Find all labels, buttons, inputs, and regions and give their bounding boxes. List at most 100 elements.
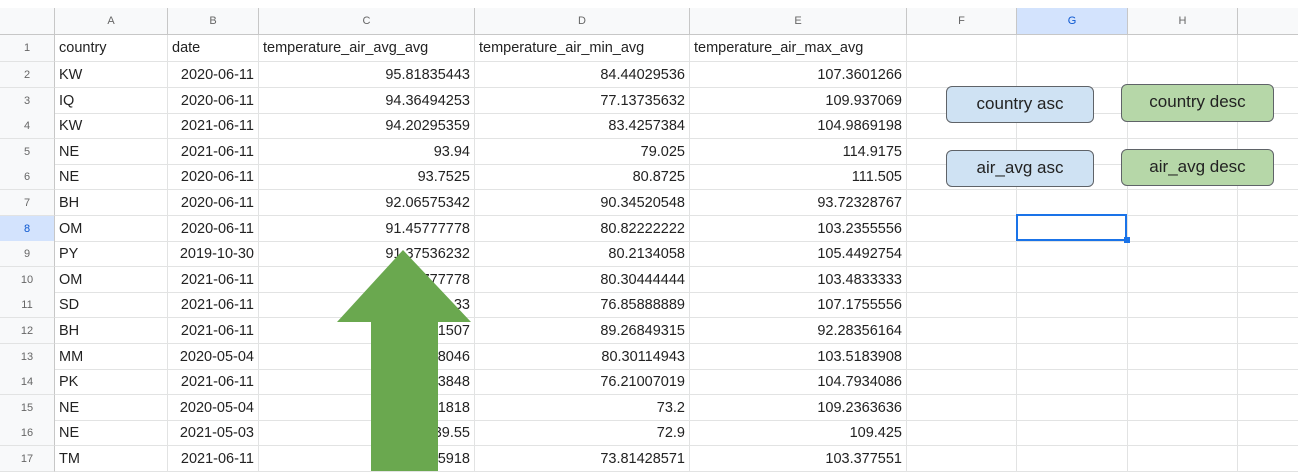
- header-cell-air-avg[interactable]: temperature_air_avg_avg: [259, 35, 475, 62]
- row-number[interactable]: 16: [0, 420, 55, 447]
- row-number[interactable]: 17: [0, 446, 55, 472]
- column-header-b[interactable]: B: [168, 8, 259, 35]
- table-cell-b[interactable]: 2020-06-11: [168, 215, 259, 242]
- table-cell-a[interactable]: TM: [55, 446, 168, 472]
- table-cell-e[interactable]: 114.9175: [690, 138, 907, 165]
- cell-extra[interactable]: [1238, 318, 1298, 344]
- cell-h[interactable]: [1128, 35, 1238, 62]
- cell-h[interactable]: [1128, 446, 1238, 472]
- table-cell-d[interactable]: 79.025: [475, 138, 690, 165]
- cell-f[interactable]: [907, 292, 1017, 319]
- cell-extra[interactable]: [1238, 241, 1298, 268]
- column-header-d[interactable]: D: [475, 8, 690, 35]
- table-cell-d[interactable]: 80.2134058: [475, 241, 690, 268]
- table-cell-a[interactable]: SD: [55, 292, 168, 319]
- cell-extra[interactable]: [1238, 190, 1298, 216]
- table-cell-a[interactable]: NE: [55, 394, 168, 421]
- table-cell-b[interactable]: 2021-06-11: [168, 138, 259, 165]
- table-cell-c[interactable]: 94.36494253: [259, 87, 475, 114]
- table-cell-a[interactable]: OM: [55, 215, 168, 242]
- table-cell-d[interactable]: 73.81428571: [475, 446, 690, 472]
- table-cell-d[interactable]: 80.8725: [475, 164, 690, 191]
- cell-g[interactable]: [1017, 190, 1128, 216]
- table-cell-e[interactable]: 103.2355556: [690, 215, 907, 242]
- table-cell-c[interactable]: 92.06575342: [259, 190, 475, 216]
- column-header-h[interactable]: H: [1128, 8, 1238, 35]
- cell-h[interactable]: [1128, 343, 1238, 370]
- column-header-g[interactable]: G: [1017, 8, 1128, 35]
- table-cell-a[interactable]: NE: [55, 164, 168, 191]
- cell-f[interactable]: [907, 446, 1017, 472]
- table-cell-c[interactable]: 93.94: [259, 138, 475, 165]
- table-cell-e[interactable]: 109.2363636: [690, 394, 907, 421]
- table-cell-b[interactable]: 2020-05-04: [168, 343, 259, 370]
- table-cell-a[interactable]: BH: [55, 190, 168, 216]
- cell-g[interactable]: [1017, 62, 1128, 88]
- column-header-c[interactable]: C: [259, 8, 475, 35]
- cell-g[interactable]: [1017, 292, 1128, 319]
- cell-g[interactable]: [1017, 446, 1128, 472]
- table-cell-a[interactable]: BH: [55, 318, 168, 344]
- row-number[interactable]: 7: [0, 190, 55, 216]
- select-all-corner[interactable]: [0, 8, 55, 35]
- cell-f[interactable]: [907, 420, 1017, 447]
- table-cell-a[interactable]: IQ: [55, 87, 168, 114]
- table-cell-b[interactable]: 2019-10-30: [168, 241, 259, 268]
- table-cell-a[interactable]: NE: [55, 420, 168, 447]
- row-number[interactable]: 5: [0, 138, 55, 165]
- table-cell-c[interactable]: 95.81835443: [259, 62, 475, 88]
- table-cell-d[interactable]: 76.85888889: [475, 292, 690, 319]
- cell-f[interactable]: [907, 394, 1017, 421]
- table-cell-b[interactable]: 2020-06-11: [168, 62, 259, 88]
- cell-f[interactable]: [907, 190, 1017, 216]
- cell-g[interactable]: [1017, 394, 1128, 421]
- country-asc-button[interactable]: country asc: [946, 86, 1094, 123]
- table-cell-e[interactable]: 92.28356164: [690, 318, 907, 344]
- row-number[interactable]: 15: [0, 394, 55, 421]
- table-cell-a[interactable]: KW: [55, 62, 168, 88]
- cell-h[interactable]: [1128, 190, 1238, 216]
- table-cell-b[interactable]: 2021-06-11: [168, 266, 259, 293]
- table-cell-e[interactable]: 104.7934086: [690, 369, 907, 396]
- row-number[interactable]: 12: [0, 318, 55, 344]
- cell-h[interactable]: [1128, 420, 1238, 447]
- table-cell-a[interactable]: PY: [55, 241, 168, 268]
- table-cell-d[interactable]: 84.44029536: [475, 62, 690, 88]
- table-cell-b[interactable]: 2021-06-11: [168, 292, 259, 319]
- cell-f[interactable]: [907, 62, 1017, 88]
- table-cell-d[interactable]: 90.34520548: [475, 190, 690, 216]
- selected-cell-g8[interactable]: [1016, 214, 1127, 241]
- cell-extra[interactable]: [1238, 216, 1298, 242]
- cell-g[interactable]: [1017, 35, 1128, 62]
- table-cell-b[interactable]: 2020-06-11: [168, 164, 259, 191]
- cell-h[interactable]: [1128, 266, 1238, 293]
- cell-extra[interactable]: [1238, 292, 1298, 319]
- air-avg-desc-button[interactable]: air_avg desc: [1121, 149, 1274, 186]
- table-cell-d[interactable]: 80.30444444: [475, 266, 690, 293]
- row-number[interactable]: 9: [0, 241, 55, 268]
- cell-g[interactable]: [1017, 343, 1128, 370]
- cell-h[interactable]: [1128, 369, 1238, 396]
- header-cell-country[interactable]: country: [55, 35, 168, 62]
- header-cell-air-max[interactable]: temperature_air_max_avg: [690, 35, 907, 62]
- table-cell-e[interactable]: 93.72328767: [690, 190, 907, 216]
- cell-h[interactable]: [1128, 394, 1238, 421]
- table-cell-e[interactable]: 105.4492754: [690, 241, 907, 268]
- cell-f[interactable]: [907, 266, 1017, 293]
- header-cell-air-min[interactable]: temperature_air_min_avg: [475, 35, 690, 62]
- table-cell-e[interactable]: 103.4833333: [690, 266, 907, 293]
- cell-g[interactable]: [1017, 420, 1128, 447]
- table-cell-b[interactable]: 2021-06-11: [168, 318, 259, 344]
- table-cell-d[interactable]: 72.9: [475, 420, 690, 447]
- cell-g[interactable]: [1017, 266, 1128, 293]
- table-cell-a[interactable]: NE: [55, 138, 168, 165]
- cell-f[interactable]: [907, 241, 1017, 268]
- table-cell-a[interactable]: KW: [55, 113, 168, 140]
- cell-extra[interactable]: [1238, 344, 1298, 370]
- fill-handle[interactable]: [1124, 237, 1130, 243]
- table-cell-e[interactable]: 107.1755556: [690, 292, 907, 319]
- table-cell-e[interactable]: 109.937069: [690, 87, 907, 114]
- table-cell-e[interactable]: 107.3601266: [690, 62, 907, 88]
- row-number[interactable]: 2: [0, 62, 55, 88]
- table-cell-a[interactable]: PK: [55, 369, 168, 396]
